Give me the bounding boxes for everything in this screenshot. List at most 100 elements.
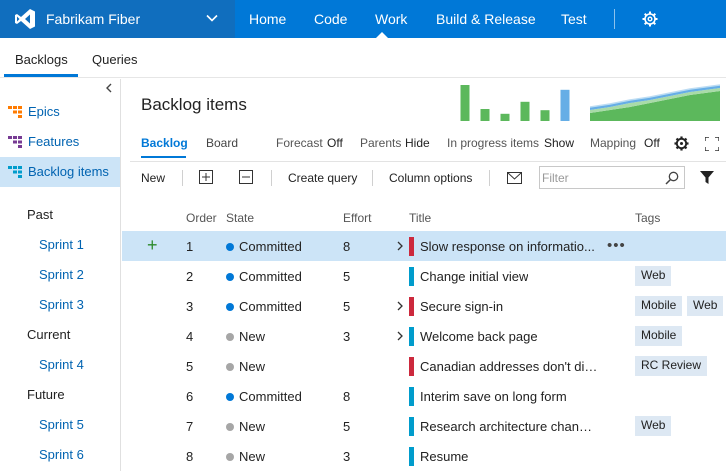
row-state: New bbox=[239, 359, 266, 374]
visual-studio-icon bbox=[15, 9, 35, 29]
state-dot bbox=[226, 453, 234, 461]
table-row[interactable]: 6 Committed 8 Interim save on long form bbox=[122, 381, 726, 411]
table-row[interactable]: 7 New 5 Research architecture changes We… bbox=[122, 411, 726, 441]
row-title[interactable]: Change initial view bbox=[420, 269, 528, 284]
create-query-button[interactable]: Create query bbox=[288, 171, 357, 185]
settings-gear-icon[interactable] bbox=[674, 136, 689, 151]
fullscreen-icon[interactable] bbox=[705, 137, 719, 151]
table-row[interactable]: 4 New 3 Welcome back page Mobile bbox=[122, 321, 726, 351]
nav-code[interactable]: Code bbox=[314, 11, 347, 27]
inprogress-label: In progress items bbox=[447, 136, 540, 150]
state-dot bbox=[226, 243, 234, 251]
section-past: Past bbox=[27, 207, 54, 222]
tag[interactable]: Mobile bbox=[635, 326, 683, 346]
row-title[interactable]: Research architecture changes bbox=[420, 419, 598, 434]
settings-gear-icon[interactable] bbox=[642, 11, 658, 27]
nav-test[interactable]: Test bbox=[561, 11, 587, 27]
sprint-link[interactable]: Sprint 3 bbox=[39, 297, 84, 312]
state-dot bbox=[226, 363, 234, 371]
table-row[interactable]: 3 Committed 5 Secure sign-in Mobile Web bbox=[122, 291, 726, 321]
pivot-backlog[interactable]: Backlog bbox=[141, 136, 188, 150]
column-header-effort[interactable]: Effort bbox=[343, 211, 371, 225]
left-navigation-pane: Epics Features Backlog items Past Sprint… bbox=[0, 79, 121, 471]
work-item-type-bar bbox=[409, 447, 414, 466]
nav-work[interactable]: Work bbox=[375, 11, 407, 27]
tag[interactable]: Web bbox=[635, 266, 672, 286]
row-title[interactable]: Interim save on long form bbox=[420, 389, 567, 404]
sprint-link[interactable]: Sprint 2 bbox=[39, 267, 84, 282]
tab-backlogs[interactable]: Backlogs bbox=[15, 52, 68, 67]
email-icon[interactable] bbox=[507, 172, 522, 184]
row-effort: 8 bbox=[343, 239, 351, 254]
work-item-type-bar bbox=[409, 387, 414, 406]
row-effort: 3 bbox=[343, 449, 351, 464]
collapse-all-icon[interactable] bbox=[239, 170, 253, 184]
sub-navigation: Backlogs Queries bbox=[0, 38, 726, 78]
tag[interactable]: Mobile bbox=[635, 296, 683, 316]
row-effort: 5 bbox=[343, 269, 351, 284]
top-navigation-bar: Fabrikam Fiber Home Code Work Build & Re… bbox=[0, 0, 726, 38]
velocity-bar bbox=[520, 101, 530, 121]
toolbar-separator bbox=[271, 170, 272, 186]
sprint-link[interactable]: Sprint 1 bbox=[39, 237, 84, 252]
filter-box[interactable] bbox=[539, 166, 685, 189]
tag[interactable]: RC Review bbox=[635, 356, 708, 376]
mapping-toggle[interactable]: Off bbox=[644, 136, 660, 150]
section-current: Current bbox=[27, 327, 71, 342]
row-effort: 8 bbox=[343, 389, 351, 404]
collapse-pane-icon[interactable] bbox=[104, 82, 114, 94]
toolbar-separator bbox=[182, 170, 183, 186]
row-title[interactable]: Secure sign-in bbox=[420, 299, 503, 314]
column-header-state[interactable]: State bbox=[226, 211, 254, 225]
forecast-toggle[interactable]: Off bbox=[327, 136, 343, 150]
expand-chevron-icon[interactable] bbox=[396, 331, 404, 341]
nav-backlog-items-label: Backlog items bbox=[28, 164, 109, 179]
pivot-board[interactable]: Board bbox=[206, 136, 238, 150]
inprogress-toggle[interactable]: Show bbox=[544, 136, 574, 150]
table-row[interactable]: 2 Committed 5 Change initial view Web bbox=[122, 261, 726, 291]
add-child-icon[interactable]: + bbox=[147, 236, 158, 254]
column-header-tags[interactable]: Tags bbox=[635, 211, 660, 225]
nav-home[interactable]: Home bbox=[249, 11, 286, 27]
filter-input[interactable] bbox=[542, 169, 660, 186]
project-selector[interactable]: Fabrikam Fiber bbox=[0, 0, 235, 38]
expand-chevron-icon[interactable] bbox=[396, 301, 404, 311]
nav-build-release[interactable]: Build & Release bbox=[436, 11, 536, 27]
nav-features[interactable]: Features bbox=[0, 127, 120, 157]
column-options-button[interactable]: Column options bbox=[389, 171, 472, 185]
row-title[interactable]: Slow response on informatio... bbox=[420, 239, 595, 254]
sprint-link[interactable]: Sprint 5 bbox=[39, 417, 84, 432]
row-title[interactable]: Resume bbox=[420, 449, 468, 464]
row-order: 6 bbox=[186, 389, 194, 404]
velocity-bar bbox=[480, 109, 490, 121]
row-state: New bbox=[239, 449, 266, 464]
nav-features-label: Features bbox=[28, 134, 80, 149]
sprint-link[interactable]: Sprint 4 bbox=[39, 357, 84, 372]
search-icon[interactable] bbox=[665, 171, 679, 185]
sprint-link[interactable]: Sprint 6 bbox=[39, 447, 84, 462]
new-button[interactable]: New bbox=[141, 171, 165, 185]
column-header-order[interactable]: Order bbox=[186, 211, 217, 225]
cumulative-flow-chart[interactable] bbox=[590, 83, 720, 121]
row-order: 8 bbox=[186, 449, 194, 464]
filter-funnel-icon[interactable] bbox=[700, 171, 714, 185]
expand-chevron-icon[interactable] bbox=[396, 241, 404, 251]
table-row[interactable]: 5 New Canadian addresses don't display..… bbox=[122, 351, 726, 381]
expand-all-icon[interactable] bbox=[199, 170, 213, 184]
nav-epics-label: Epics bbox=[28, 104, 60, 119]
nav-backlog-items[interactable]: Backlog items bbox=[0, 157, 120, 187]
tab-queries[interactable]: Queries bbox=[92, 52, 138, 67]
velocity-bar bbox=[560, 89, 570, 121]
row-title[interactable]: Welcome back page bbox=[420, 329, 538, 344]
parents-toggle[interactable]: Hide bbox=[405, 136, 430, 150]
column-header-title[interactable]: Title bbox=[409, 211, 431, 225]
velocity-chart[interactable] bbox=[455, 83, 575, 121]
nav-epics[interactable]: Epics bbox=[0, 97, 120, 127]
row-title[interactable]: Canadian addresses don't display... bbox=[420, 359, 598, 374]
more-actions-icon[interactable]: ••• bbox=[607, 237, 626, 254]
tag[interactable]: Web bbox=[687, 296, 724, 316]
forecast-label: Forecast bbox=[276, 136, 323, 150]
tag[interactable]: Web bbox=[635, 416, 672, 436]
table-row[interactable]: + 1 Committed 8 Slow response on informa… bbox=[122, 231, 726, 261]
table-row[interactable]: 8 New 3 Resume bbox=[122, 441, 726, 471]
